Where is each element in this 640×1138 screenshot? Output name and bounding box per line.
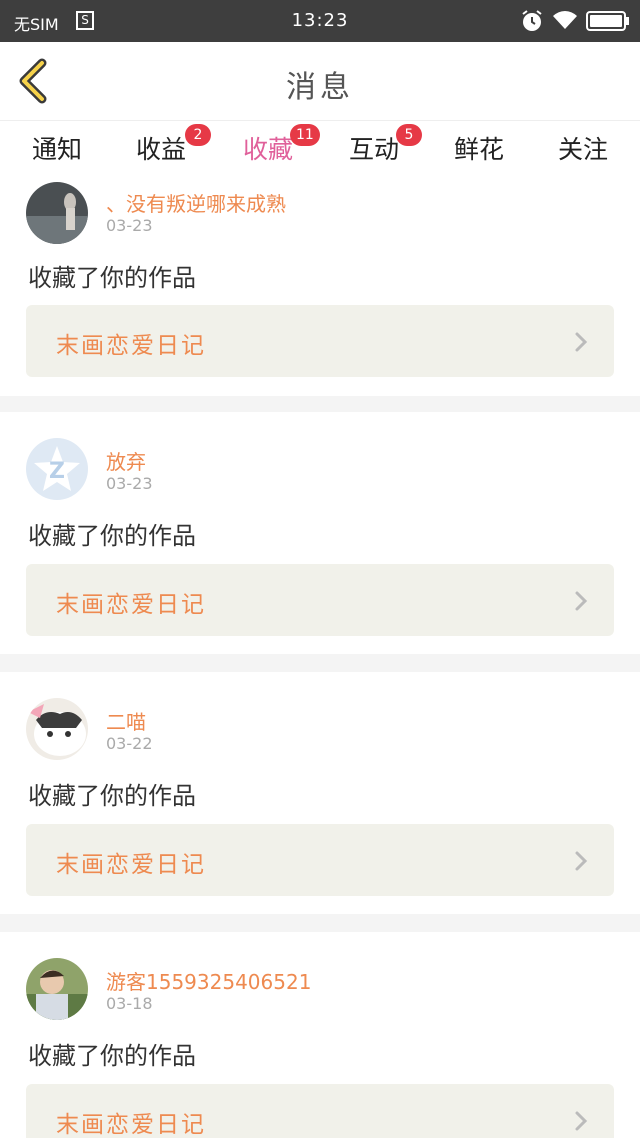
tab-label: 互动 — [348, 135, 399, 164]
avatar[interactable]: Z — [26, 438, 88, 500]
avatar[interactable] — [26, 182, 88, 244]
tab-label: 通知 — [31, 135, 82, 164]
username[interactable]: 游客15593254065​21 — [106, 966, 311, 995]
tab-interactions[interactable]: 互动 5 — [334, 124, 422, 166]
clock: 13:23 — [291, 10, 349, 31]
chevron-right-icon — [575, 1111, 588, 1131]
list-item[interactable]: 、没有叛逆哪来成熟 03-23 收藏了你的作品 末画恋爱日记 — [0, 172, 640, 396]
action-text: 收藏了你的作品 — [28, 264, 196, 292]
tab-flowers[interactable]: 鲜花 — [439, 130, 519, 166]
tab-label: 关注 — [557, 135, 608, 164]
tab-earnings[interactable]: 收益 2 — [121, 124, 211, 166]
work-title: 末画恋爱日记 — [56, 592, 206, 618]
avatar-image — [26, 698, 88, 760]
username[interactable]: 放弃 — [106, 446, 146, 475]
action-text: 收藏了你的作品 — [28, 782, 196, 810]
tab-notifications[interactable]: 通知 — [17, 130, 97, 166]
app-header: 消息 — [0, 42, 640, 120]
action-text: 收藏了你的作品 — [28, 1042, 196, 1070]
avatar-image — [26, 182, 88, 244]
work-link[interactable]: 末画恋爱日记 — [26, 305, 614, 377]
list-item[interactable]: 游客15593254065​21 03-18 收藏了你的作品 末画恋爱日记 — [0, 932, 640, 1138]
tab-follow[interactable]: 关注 — [543, 130, 623, 166]
username[interactable]: 二喵 — [106, 706, 146, 735]
username[interactable]: 、没有叛逆哪来成熟 — [106, 188, 286, 217]
list-item[interactable]: 二喵 03-22 收藏了你的作品 末画恋爱日记 — [0, 672, 640, 914]
work-title: 末画恋爱日记 — [56, 333, 206, 359]
battery-icon — [586, 11, 629, 31]
avatar[interactable] — [26, 958, 88, 1020]
work-link[interactable]: 末画恋爱日记 — [26, 1084, 614, 1138]
chevron-right-icon — [575, 332, 588, 352]
work-title: 末画恋爱日记 — [56, 1112, 206, 1138]
tab-badge: 2 — [185, 124, 211, 146]
tab-label: 鲜花 — [453, 135, 504, 164]
tab-favorites[interactable]: 收藏 11 — [228, 124, 320, 175]
avatar-image: Z — [26, 438, 88, 500]
page-title: 消息 — [286, 70, 354, 105]
status-bar: 无SIM S 13:23 — [0, 0, 640, 42]
chevron-right-icon — [575, 851, 588, 871]
avatar[interactable] — [26, 698, 88, 760]
timestamp: 03-22 — [106, 734, 153, 753]
action-text: 收藏了你的作品 — [28, 522, 196, 550]
tab-label: 收益 — [135, 135, 186, 164]
work-link[interactable]: 末画恋爱日记 — [26, 824, 614, 896]
alarm-icon — [522, 10, 542, 31]
work-link[interactable]: 末画恋爱日记 — [26, 564, 614, 636]
svg-text:Z: Z — [49, 459, 65, 484]
tab-badge: 11 — [290, 124, 320, 146]
tab-label: 收藏 — [242, 135, 293, 164]
tab-badge: 5 — [396, 124, 422, 146]
tab-bar: 通知 收益 2 收藏 11 互动 5 鲜花 关注 — [0, 120, 640, 175]
avatar-image — [26, 958, 88, 1020]
list-item[interactable]: Z 放弃 03-23 收藏了你的作品 末画恋爱日记 — [0, 412, 640, 654]
wifi-icon — [553, 11, 577, 29]
work-title: 末画恋爱日记 — [56, 852, 206, 878]
timestamp: 03-18 — [106, 994, 153, 1013]
chevron-right-icon — [575, 591, 588, 611]
timestamp: 03-23 — [106, 216, 153, 235]
timestamp: 03-23 — [106, 474, 153, 493]
